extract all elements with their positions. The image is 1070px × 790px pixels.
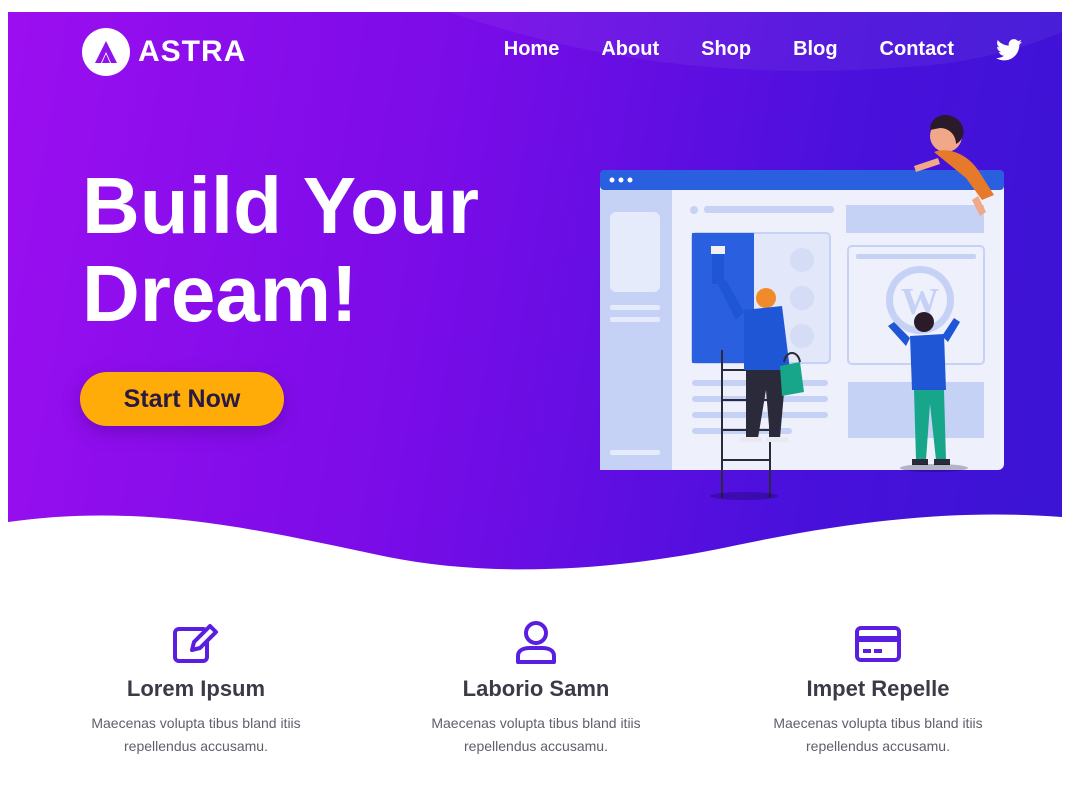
- feature-text-line-2: repellendus accusamu.: [464, 738, 608, 754]
- features-section: Lorem Ipsum Maecenas volupta tibus bland…: [0, 620, 1070, 790]
- main-nav: Home About Shop Blog Contact: [504, 38, 1022, 61]
- nav-blog[interactable]: Blog: [793, 38, 837, 61]
- website-builders-illustration: W: [600, 115, 1004, 500]
- feature-text: Maecenas volupta tibus bland itiis repel…: [26, 712, 366, 758]
- feature-card: Lorem Ipsum Maecenas volupta tibus bland…: [26, 620, 366, 758]
- user-icon: [516, 621, 556, 664]
- edit-icon: [173, 624, 218, 663]
- feature-title: Lorem Ipsum: [126, 676, 266, 701]
- feature-title: Laborio Samn: [462, 676, 610, 701]
- feature-text-line-1: Maecenas volupta tibus bland itiis: [91, 715, 301, 731]
- hero-section: ASTRA Home About Shop Blog Contact Build…: [8, 12, 1062, 578]
- feature-text-line-1: Maecenas volupta tibus bland itiis: [431, 715, 641, 731]
- twitter-icon[interactable]: [996, 38, 1022, 61]
- feature-text-line-2: repellendus accusamu.: [806, 738, 950, 754]
- feature-card: Laborio Samn Maecenas volupta tibus blan…: [366, 620, 706, 758]
- feature-text: Maecenas volupta tibus bland itiis repel…: [708, 712, 1048, 758]
- astra-logo-icon: [82, 28, 130, 76]
- feature-text-line-2: repellendus accusamu.: [124, 738, 268, 754]
- feature-title: Impet Repelle: [806, 676, 950, 701]
- nav-home[interactable]: Home: [504, 38, 560, 61]
- hero-headline: Build Your Dream!: [82, 162, 479, 338]
- brand-logo[interactable]: ASTRA: [82, 28, 246, 76]
- nav-shop[interactable]: Shop: [701, 38, 751, 61]
- credit-card-icon: [855, 626, 901, 662]
- nav-contact[interactable]: Contact: [880, 38, 954, 61]
- feature-card: Impet Repelle Maecenas volupta tibus bla…: [708, 620, 1048, 758]
- nav-about[interactable]: About: [601, 38, 659, 61]
- brand-name: ASTRA: [138, 35, 247, 68]
- headline-line-1: Build Your: [82, 161, 480, 250]
- feature-text: Maecenas volupta tibus bland itiis repel…: [366, 712, 706, 758]
- start-now-button[interactable]: Start Now: [80, 372, 284, 426]
- headline-line-2: Dream!: [82, 249, 358, 338]
- feature-text-line-1: Maecenas volupta tibus bland itiis: [773, 715, 983, 731]
